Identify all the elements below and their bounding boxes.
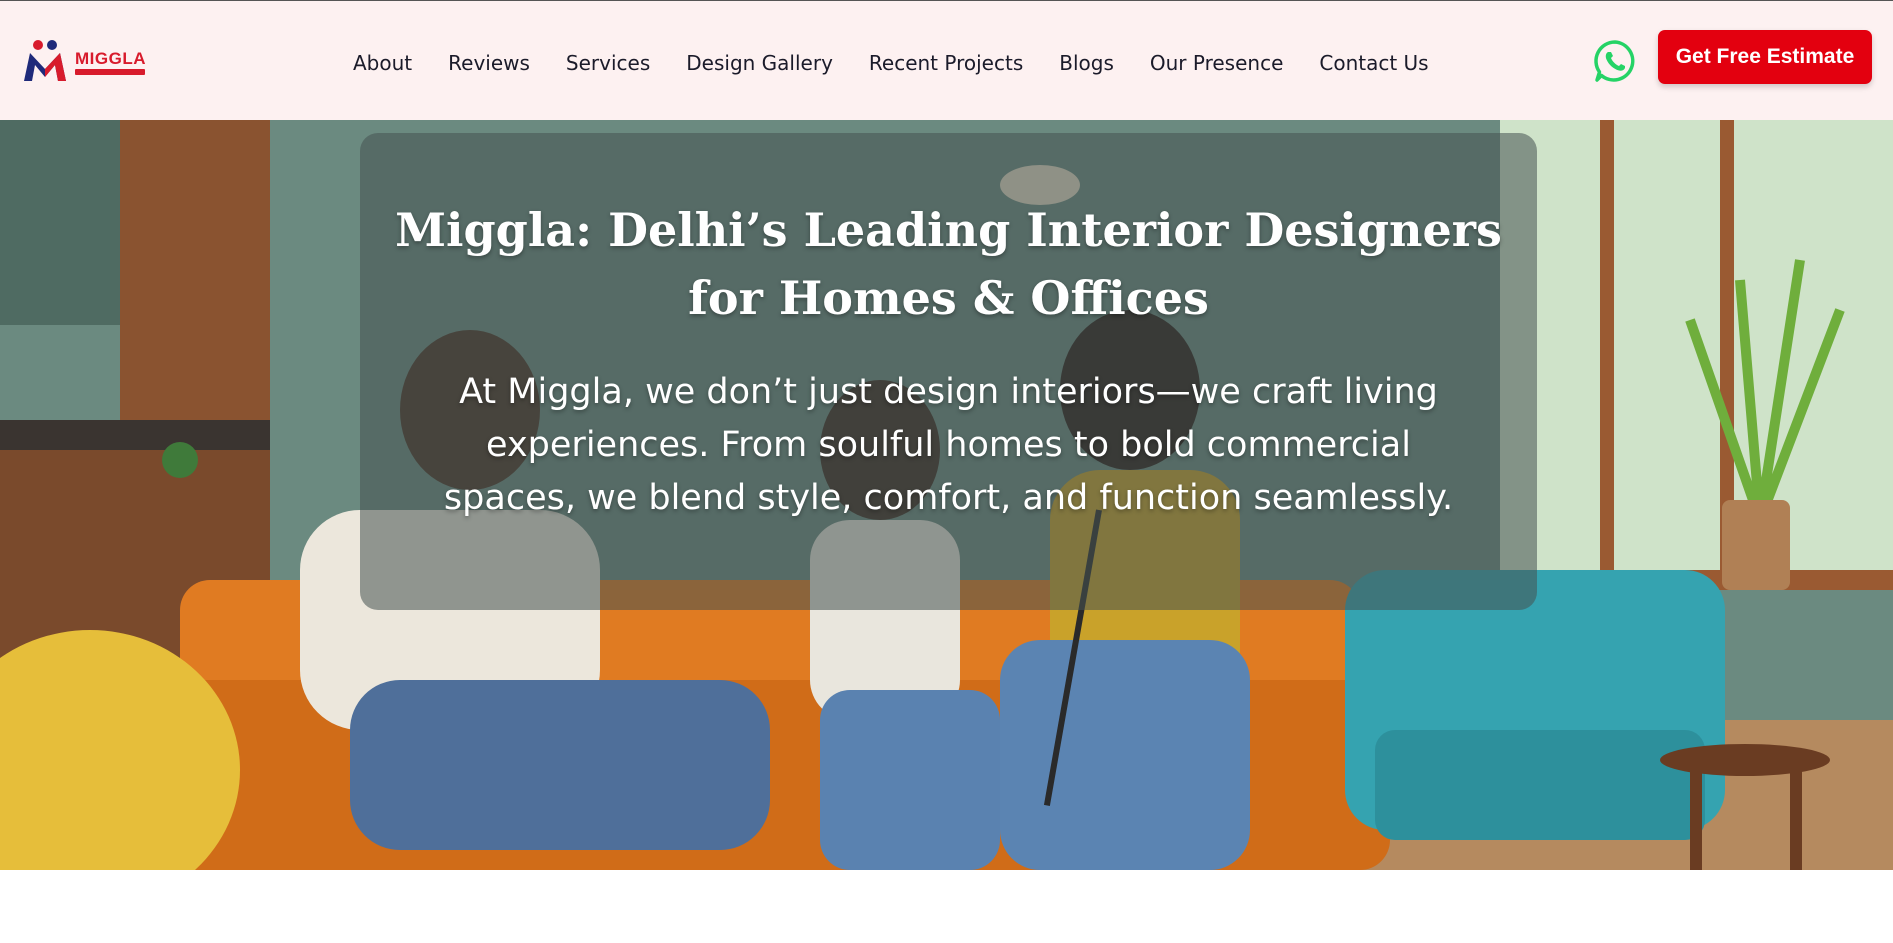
nav-reviews[interactable]: Reviews <box>448 51 530 75</box>
hero-subtitle-line-1: At Miggla, we don’t just design interior… <box>459 372 1438 412</box>
nav-services[interactable]: Services <box>566 51 650 75</box>
main-nav: About Reviews Services Design Gallery Re… <box>353 51 1465 75</box>
hero-title: Miggla: Delhi’s Leading Interior Designe… <box>360 196 1537 332</box>
hero-subtitle: At Miggla, we don’t just design interior… <box>395 366 1502 525</box>
hero-section: Miggla: Delhi’s Leading Interior Designe… <box>0 120 1893 870</box>
get-free-estimate-button[interactable]: Get Free Estimate <box>1658 30 1872 84</box>
brand-tagline-strip <box>75 69 145 75</box>
nav-blogs[interactable]: Blogs <box>1059 51 1114 75</box>
hero-subtitle-line-3: spaces, we blend style, comfort, and fun… <box>443 478 1454 518</box>
brand-name: MIGGLA <box>75 49 146 68</box>
whatsapp-icon[interactable] <box>1592 38 1638 84</box>
hero-title-line-2: for Homes & Offices <box>688 271 1209 325</box>
nav-contact-us[interactable]: Contact Us <box>1319 51 1428 75</box>
nav-recent-projects[interactable]: Recent Projects <box>869 51 1023 75</box>
hero-subtitle-line-2: experiences. From soulful homes to bold … <box>486 425 1411 465</box>
miggla-logo-icon <box>24 40 66 81</box>
hero-title-line-1: Miggla: Delhi’s Leading Interior Designe… <box>395 203 1502 257</box>
nav-design-gallery[interactable]: Design Gallery <box>686 51 833 75</box>
brand-logo[interactable]: MIGGLA <box>22 39 147 85</box>
site-header: MIGGLA About Reviews Services Design Gal… <box>0 0 1893 120</box>
nav-our-presence[interactable]: Our Presence <box>1150 51 1284 75</box>
nav-about[interactable]: About <box>353 51 412 75</box>
